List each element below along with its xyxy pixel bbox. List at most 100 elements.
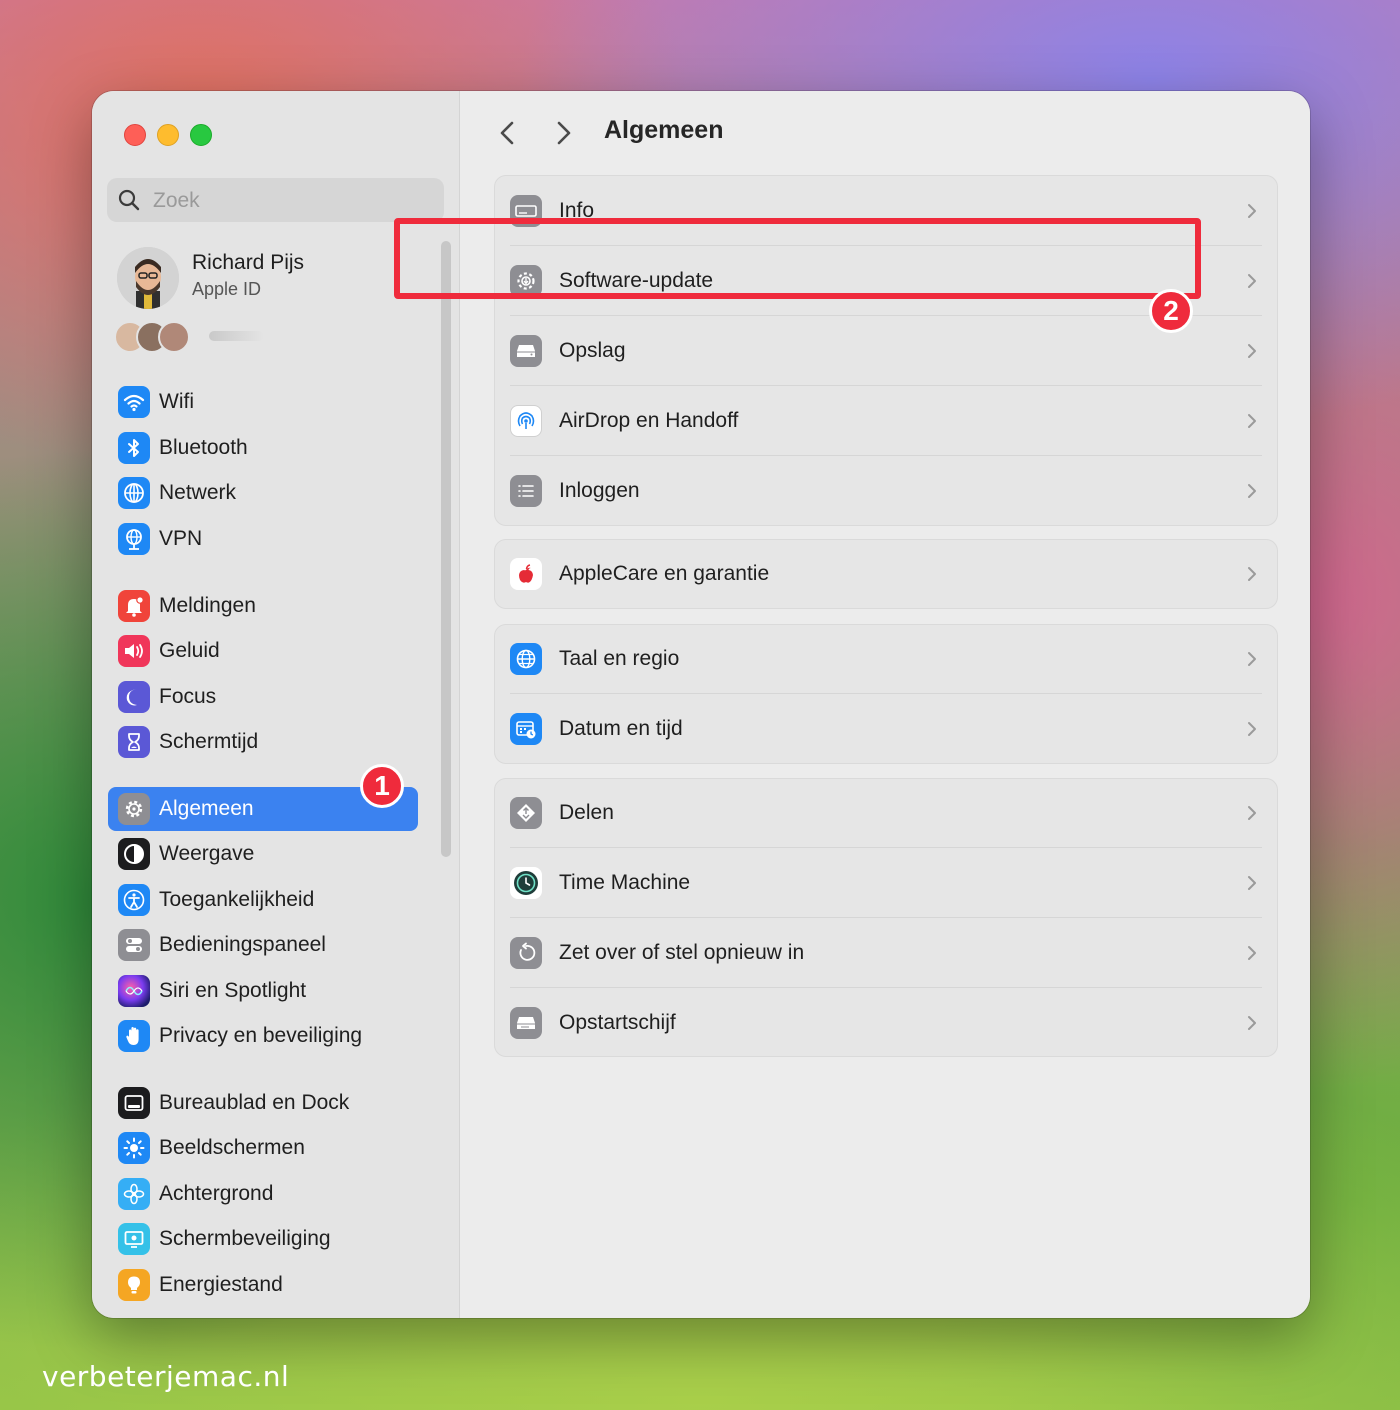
row-datum-tijd[interactable]: Datum en tijd [495,694,1277,764]
sidebar-item-label: VPN [159,527,203,550]
chevron-right-icon [1248,344,1256,358]
sidebar-item-label: Schermbeveiliging [159,1227,331,1250]
sidebar-item-schermtijd[interactable]: Schermtijd [108,720,418,764]
zoom-window-button[interactable] [190,124,212,146]
bluetooth-icon [118,432,150,464]
sidebar-item-achtergrond[interactable]: Achtergrond [108,1172,418,1216]
reset-icon [510,937,542,969]
time-machine-icon [510,867,542,899]
sidebar-item-label: Algemeen [159,797,254,820]
search-icon [118,189,140,211]
row-inloggen[interactable]: Inloggen [495,456,1277,526]
sidebar-item-energiestand[interactable]: Energiestand [108,1263,418,1307]
hourglass-icon [118,726,150,758]
screensaver-icon [118,1223,150,1255]
vpn-globe-icon [118,523,150,555]
sidebar-item-label: Bedieningspaneel [159,933,326,956]
moon-icon [118,681,150,713]
sidebar-item-meldingen[interactable]: Meldingen [108,584,418,628]
row-airdrop-handoff[interactable]: AirDrop en Handoff [495,386,1277,456]
sidebar-item-label: Toegankelijkheid [159,888,315,911]
avatar [117,247,179,309]
row-applecare[interactable]: AppleCare en garantie [495,539,1277,609]
sidebar-item-label: Energiestand [159,1273,283,1296]
sidebar-item-label: Schermtijd [159,730,259,753]
family-avatar [158,321,190,353]
row-label: Time Machine [559,871,691,894]
row-opstartschijf[interactable]: Opstartschijf [495,988,1277,1058]
sidebar-item-schermbeveiliging[interactable]: Schermbeveiliging [108,1217,418,1261]
chevron-right-icon [1248,274,1256,288]
storage-drive-icon [510,335,542,367]
sidebar-item-toegankelijkheid[interactable]: Toegankelijkheid [108,878,418,922]
sidebar-item-label: Achtergrond [159,1182,274,1205]
sidebar-item-wifi[interactable]: Wifi [108,380,418,424]
sidebar-item-label: Geluid [159,639,220,662]
forward-button[interactable] [546,115,582,151]
sun-icon [118,1132,150,1164]
sidebar-item-label: Bluetooth [159,436,248,459]
sidebar-item-label: Privacy en beveiliging [159,1024,363,1047]
sidebar-item-bluetooth[interactable]: Bluetooth [108,426,418,470]
chevron-right-icon [1248,876,1256,890]
chevron-right-icon [1248,722,1256,736]
sidebar-item-beeldschermen[interactable]: Beeldschermen [108,1126,418,1170]
chevron-left-icon [500,121,514,145]
chevron-right-icon [1248,1016,1256,1030]
startup-disk-icon [510,1007,542,1039]
hand-icon [118,1020,150,1052]
speaker-icon [118,635,150,667]
sidebar-item-netwerk[interactable]: Netwerk [108,471,418,515]
chevron-right-icon [1248,946,1256,960]
row-delen[interactable]: Delen [495,778,1277,848]
row-label: Opstartschijf [559,1011,676,1034]
sidebar-item-focus[interactable]: Focus [108,675,418,719]
flower-icon [118,1178,150,1210]
sidebar-item-geluid[interactable]: Geluid [108,629,418,673]
sidebar-item-label: Meldingen [159,594,256,617]
search-input[interactable] [151,178,435,224]
row-zet-over[interactable]: Zet over of stel opnieuw in [495,918,1277,988]
annotation-badge-1: 1 [360,764,404,808]
sidebar-item-label: Bureaublad en Dock [159,1091,350,1114]
sidebar-scrollbar[interactable] [441,241,451,857]
bell-icon [118,590,150,622]
globe-icon [118,477,150,509]
blurred-family-label [209,331,264,341]
back-button[interactable] [489,115,525,151]
lightbulb-icon [118,1269,150,1301]
language-globe-icon [510,643,542,675]
row-label: Inloggen [559,479,640,502]
sidebar-item-privacy[interactable]: Privacy en beveiliging [108,1014,418,1058]
family-avatars[interactable] [114,319,264,353]
sidebar-item-vpn[interactable]: VPN [108,517,418,561]
apple-logo-icon [510,558,542,590]
sidebar-item-weergave[interactable]: Weergave [108,832,418,876]
accessibility-icon [118,884,150,916]
sidebar-item-label: Focus [159,685,217,708]
page-title: Algemeen [604,116,724,144]
row-label: AirDrop en Handoff [559,409,739,432]
sidebar-item-siri[interactable]: Siri en Spotlight [108,969,418,1013]
close-window-button[interactable] [124,124,146,146]
chevron-right-icon [1248,806,1256,820]
search-field[interactable] [107,178,444,224]
sidebar-item-bureaublad-dock[interactable]: Bureaublad en Dock [108,1081,418,1125]
wifi-icon [118,386,150,418]
minimize-window-button[interactable] [157,124,179,146]
sidebar-item-label: Weergave [159,842,255,865]
siri-icon [118,975,150,1007]
control-center-icon [118,929,150,961]
sidebar-item-bedieningspaneel[interactable]: Bedieningspaneel [108,923,418,967]
calendar-clock-icon [510,713,542,745]
settings-group-applecare: AppleCare en garantie [494,539,1278,609]
row-label: Delen [559,801,614,824]
row-label: Opslag [559,339,626,362]
row-label: Zet over of stel opnieuw in [559,941,805,964]
row-taal-regio[interactable]: Taal en regio [495,624,1277,694]
chevron-right-icon [557,121,571,145]
row-label: Taal en regio [559,647,680,670]
sidebar-item-label: Netwerk [159,481,237,504]
sharing-icon [510,797,542,829]
row-time-machine[interactable]: Time Machine [495,848,1277,918]
